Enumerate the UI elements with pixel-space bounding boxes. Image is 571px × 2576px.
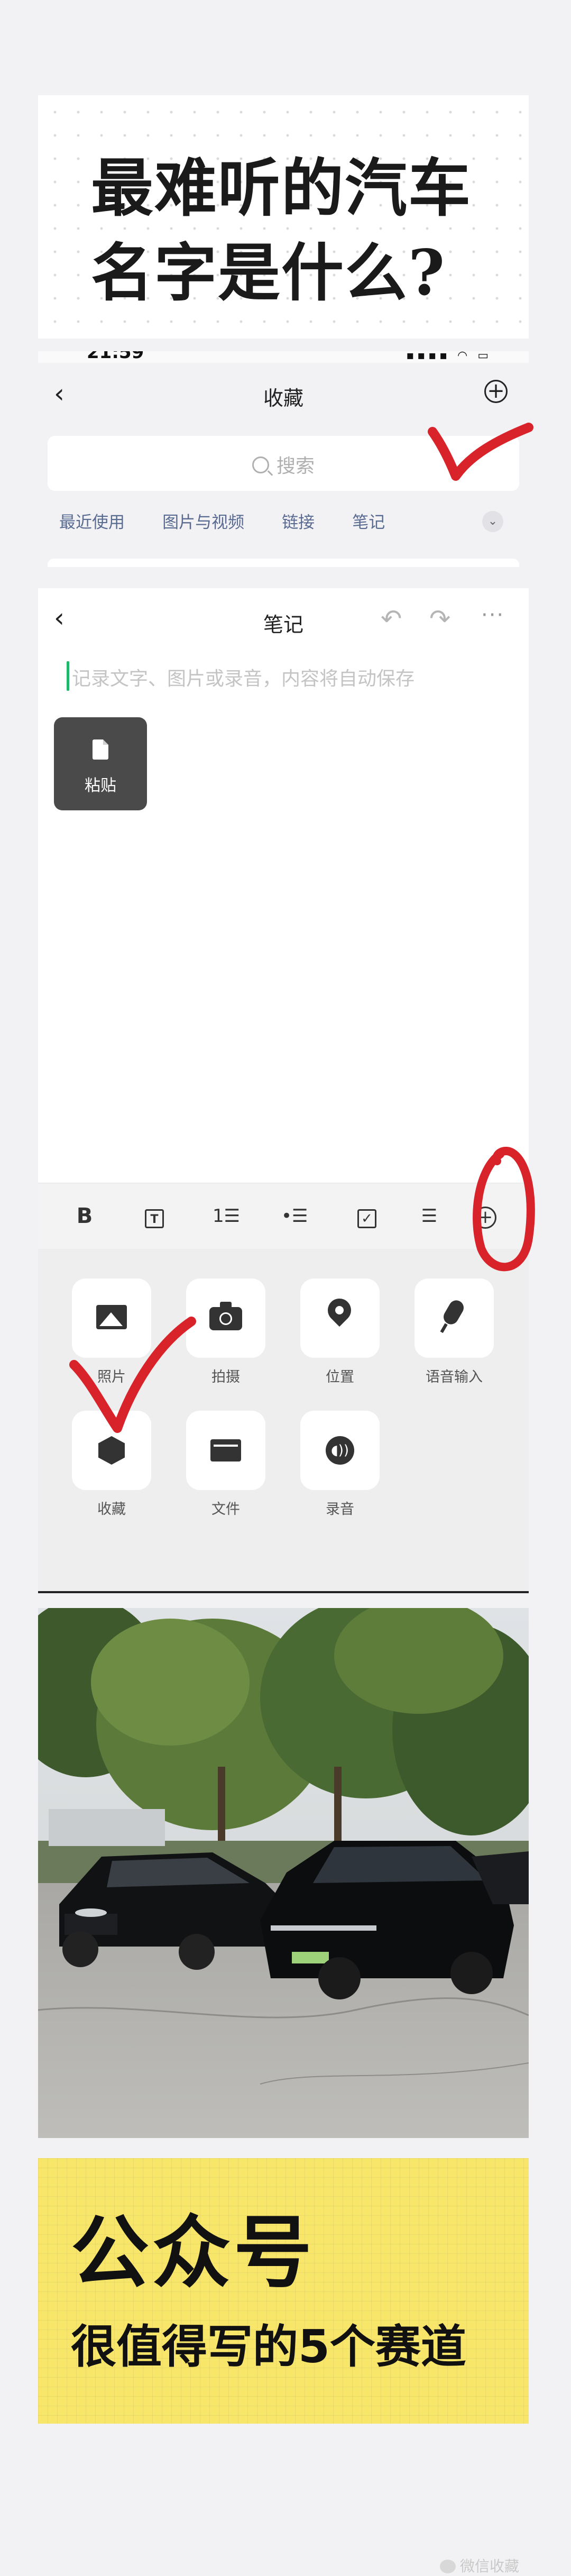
favorites-nav-bar: ‹ 收藏 + bbox=[38, 370, 529, 417]
record-icon: ◖)) bbox=[326, 1436, 354, 1465]
microphone-icon bbox=[440, 1298, 467, 1327]
chevron-down-icon[interactable]: ⌄ bbox=[482, 511, 503, 532]
paste-label: 粘贴 bbox=[85, 777, 116, 795]
attach-recording[interactable]: ◖)) 录音 bbox=[300, 1411, 380, 1518]
car-photo-image bbox=[38, 1608, 529, 2138]
note-body-input[interactable]: 记录文字、图片或录音，内容将自动保存 bbox=[72, 663, 415, 691]
title-line-1: 最难听的汽车 bbox=[91, 151, 472, 225]
bold-button[interactable]: B bbox=[72, 1203, 97, 1229]
car-photo bbox=[38, 1608, 529, 2138]
tab-links[interactable]: 链接 bbox=[282, 509, 315, 533]
list-item-partial bbox=[48, 559, 519, 567]
wechat-favorites-logo-icon bbox=[440, 2560, 456, 2573]
attach-label: 录音 bbox=[326, 1501, 354, 1518]
attach-label: 位置 bbox=[326, 1369, 354, 1385]
tab-recent[interactable]: 最近使用 bbox=[59, 509, 125, 533]
format-toolbar: B T 1☰ •☰ ✓ ☰ + bbox=[38, 1183, 529, 1249]
checkbox-icon: ✓ bbox=[357, 1209, 376, 1228]
divider bbox=[38, 1591, 529, 1593]
attach-label: 拍摄 bbox=[211, 1369, 240, 1385]
text-caret bbox=[67, 661, 69, 691]
indent-button[interactable]: ☰ bbox=[417, 1203, 442, 1229]
attach-label: 语音输入 bbox=[426, 1369, 483, 1385]
note-editor-screenshot: ‹ 笔记 ↶ ↷ ··· 记录文字、图片或录音，内容将自动保存 粘贴 B T 1… bbox=[38, 588, 529, 1592]
attach-location[interactable]: 位置 bbox=[300, 1278, 380, 1386]
attachment-panel: 照片 拍摄 位置 语音输入 收藏 文件 ◖)) 录音 bbox=[38, 1249, 529, 1592]
cube-icon bbox=[98, 1436, 125, 1465]
favorites-tabs: 最近使用 图片与视频 链接 笔记 bbox=[59, 509, 420, 541]
status-bar: 21:59 ▪▪▪▪ ◠ ▭ bbox=[38, 351, 529, 363]
watermark-text: 微信收藏 bbox=[460, 2557, 520, 2575]
search-icon bbox=[252, 456, 269, 473]
attach-label: 文件 bbox=[211, 1501, 240, 1518]
attach-voice-input[interactable]: 语音输入 bbox=[415, 1278, 494, 1386]
plus-circle-icon: + bbox=[474, 1207, 496, 1229]
attach-label: 照片 bbox=[97, 1369, 126, 1385]
document-icon bbox=[93, 739, 108, 760]
ordered-list-button[interactable]: 1☰ bbox=[213, 1203, 240, 1229]
more-dots-icon[interactable]: ··· bbox=[481, 603, 504, 627]
attach-label: 收藏 bbox=[97, 1501, 126, 1518]
search-placeholder: 搜索 bbox=[276, 455, 315, 477]
title-card: 最难听的汽车 名字是什么? bbox=[38, 95, 529, 339]
watermark: 微信收藏 bbox=[440, 2555, 535, 2575]
banner-title: 公众号 bbox=[71, 2207, 315, 2298]
status-icons: ▪▪▪▪ ◠ ▭ bbox=[406, 351, 492, 362]
redo-icon[interactable]: ↷ bbox=[429, 604, 450, 634]
camera-icon bbox=[209, 1302, 242, 1330]
folder-icon bbox=[210, 1439, 241, 1461]
note-nav-bar: ‹ 笔记 ↶ ↷ ··· bbox=[38, 588, 529, 646]
attach-photo[interactable]: 照片 bbox=[72, 1278, 151, 1386]
attach-file[interactable]: 文件 bbox=[186, 1411, 265, 1518]
add-attachment-button[interactable]: + bbox=[473, 1203, 498, 1229]
favorites-screenshot: 21:59 ▪▪▪▪ ◠ ▭ ‹ 收藏 + 搜索 最近使用 图片与视频 链接 笔… bbox=[38, 351, 529, 567]
undo-icon[interactable]: ↶ bbox=[381, 604, 402, 634]
paste-button[interactable]: 粘贴 bbox=[54, 717, 147, 810]
status-time: 21:59 bbox=[87, 351, 144, 363]
checkbox-button[interactable]: ✓ bbox=[354, 1203, 380, 1229]
title-line-2: 名字是什么? bbox=[91, 236, 446, 309]
unordered-list-button[interactable]: •☰ bbox=[281, 1203, 308, 1229]
banner-subtitle: 很值得写的5个赛道 bbox=[71, 2321, 466, 2373]
text-style-button[interactable]: T bbox=[142, 1203, 167, 1229]
tab-media[interactable]: 图片与视频 bbox=[162, 509, 244, 533]
photo-icon bbox=[96, 1305, 127, 1329]
attach-camera[interactable]: 拍摄 bbox=[186, 1278, 265, 1386]
text-style-icon: T bbox=[145, 1209, 164, 1228]
promo-banner: 公众号 很值得写的5个赛道 bbox=[38, 2158, 529, 2424]
add-circle-icon[interactable]: + bbox=[484, 380, 508, 403]
favorites-title: 收藏 bbox=[263, 387, 303, 410]
location-pin-icon bbox=[323, 1293, 356, 1327]
note-title: 笔记 bbox=[263, 613, 303, 636]
search-input[interactable]: 搜索 bbox=[48, 436, 519, 491]
attach-favorites[interactable]: 收藏 bbox=[72, 1411, 151, 1518]
tab-notes[interactable]: 笔记 bbox=[352, 509, 385, 533]
